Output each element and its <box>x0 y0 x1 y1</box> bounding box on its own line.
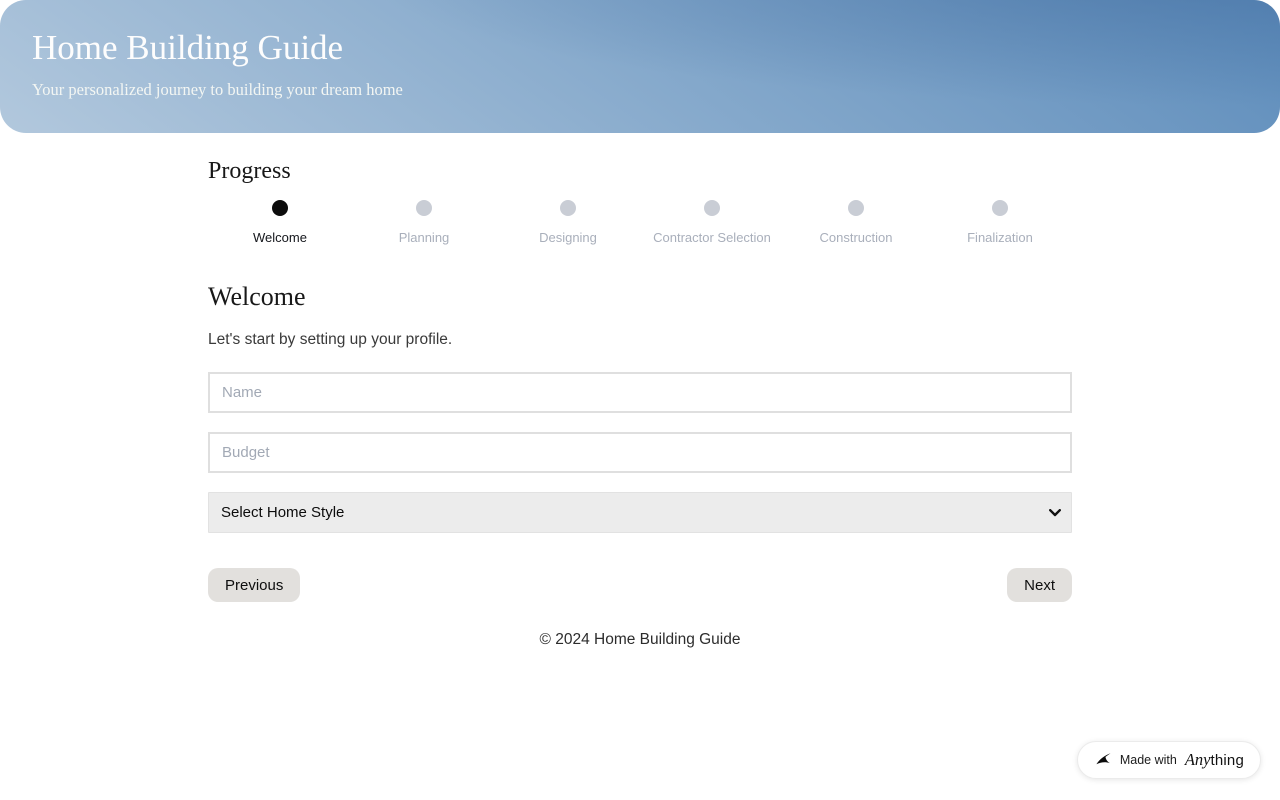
progress-step-construction: Construction <box>784 200 928 245</box>
step-label: Planning <box>398 230 450 245</box>
progress-stepper: Welcome Planning Designing Contractor Se… <box>208 200 1072 245</box>
step-dot-designing <box>560 200 576 216</box>
progress-step-designing: Designing <box>496 200 640 245</box>
progress-step-planning: Planning <box>352 200 496 245</box>
name-input[interactable] <box>208 372 1072 413</box>
step-dot-planning <box>416 200 432 216</box>
brand-thing: thing <box>1210 752 1244 769</box>
main-content: Progress Welcome Planning Designing Cont… <box>208 133 1072 649</box>
previous-button[interactable]: Previous <box>208 568 301 602</box>
step-dot-contractor-selection <box>704 200 720 216</box>
brand-any: Any <box>1184 750 1211 769</box>
next-button[interactable]: Next <box>1007 568 1072 602</box>
step-dot-construction <box>848 200 864 216</box>
home-style-select-wrap: Select Home Style <box>208 492 1072 533</box>
welcome-description: Let's start by setting up your profile. <box>208 331 453 348</box>
step-label: Designing <box>539 230 597 245</box>
step-label: Contractor Selection <box>653 230 771 245</box>
page-title: Home Building Guide <box>32 28 344 67</box>
footer-copyright: © 2024 Home Building Guide <box>539 631 741 648</box>
page-subtitle: Your personalized journey to building yo… <box>32 79 403 99</box>
wizard-nav: Previous Next <box>208 568 1072 602</box>
welcome-heading: Welcome <box>208 282 306 311</box>
made-with-badge[interactable]: Made with Any thing <box>1076 741 1261 779</box>
anything-logo-icon <box>1094 751 1112 769</box>
progress-step-finalization: Finalization <box>928 200 1072 245</box>
progress-step-contractor-selection: Contractor Selection <box>640 200 784 245</box>
brand-name: Any thing <box>1185 750 1244 770</box>
home-style-select[interactable]: Select Home Style <box>208 492 1072 533</box>
progress-heading: Progress <box>208 158 291 184</box>
budget-input[interactable] <box>208 432 1072 473</box>
header-banner: Home Building Guide Your personalized jo… <box>0 0 1280 133</box>
step-dot-welcome <box>272 200 288 216</box>
step-dot-finalization <box>992 200 1008 216</box>
step-label: Construction <box>819 230 893 245</box>
made-with-label: Made with <box>1119 753 1177 767</box>
profile-form: Select Home Style <box>208 372 1072 533</box>
step-label: Finalization <box>967 230 1033 245</box>
step-label: Welcome <box>253 230 307 245</box>
progress-step-welcome: Welcome <box>208 200 352 245</box>
